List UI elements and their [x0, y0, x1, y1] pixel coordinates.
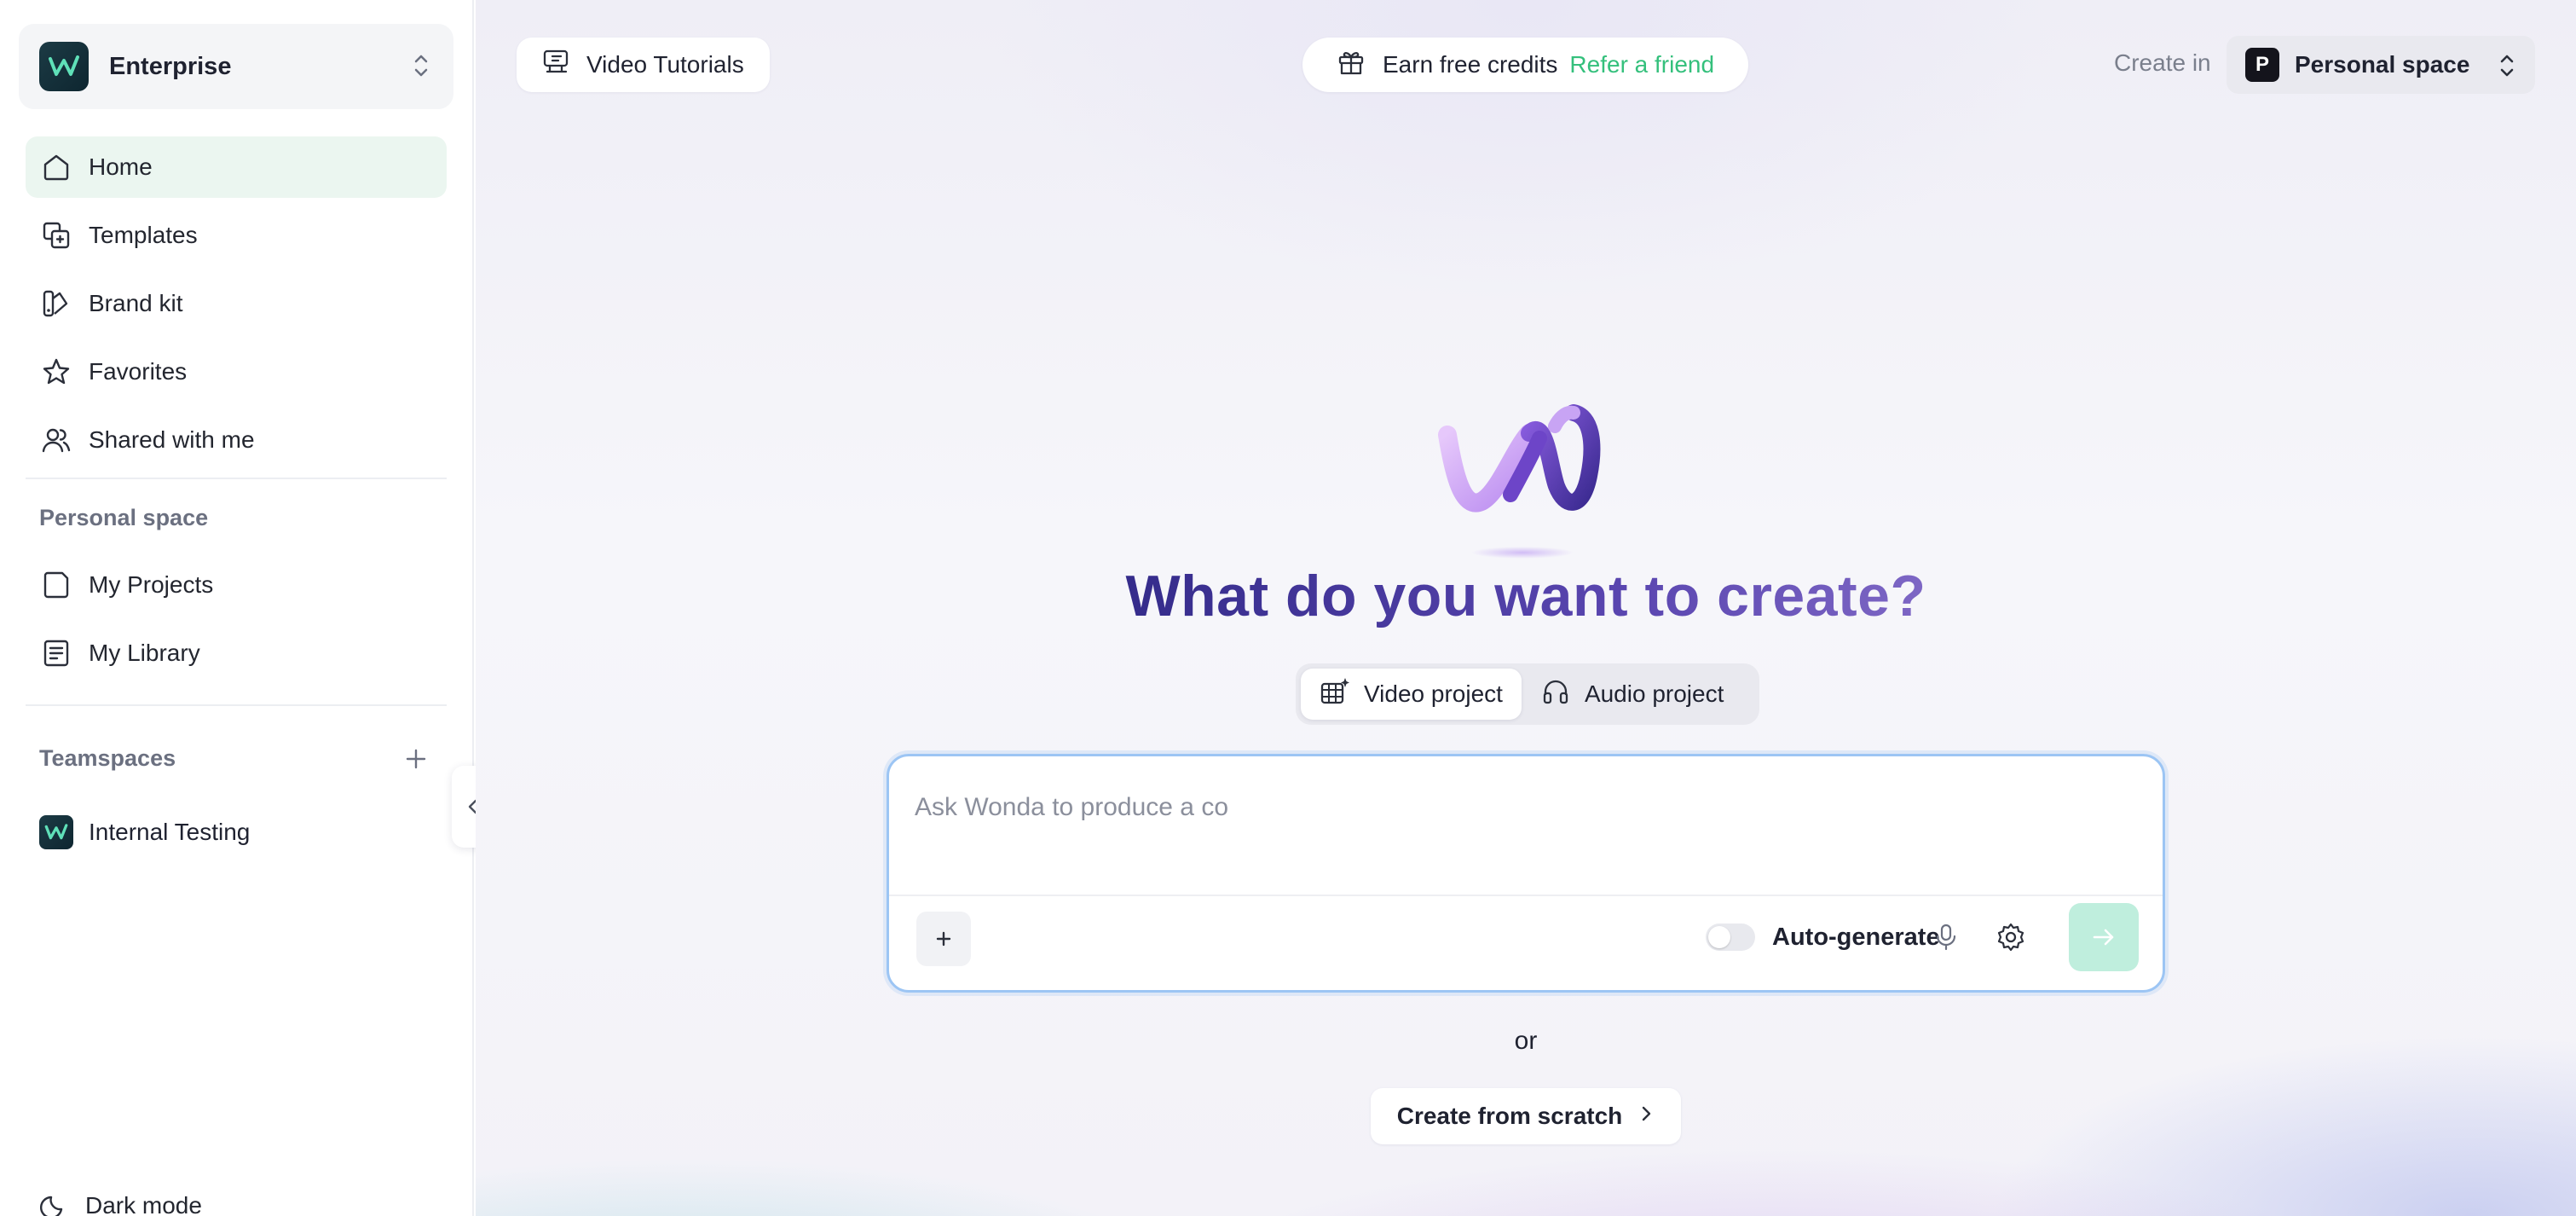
earn-credits-label: Earn free credits [1383, 51, 1558, 78]
workspace-switcher[interactable]: Enterprise [19, 24, 453, 109]
create-in-label: Create in [2114, 49, 2211, 76]
prompt-divider [889, 895, 2163, 896]
space-selector[interactable]: P Personal space [2227, 36, 2535, 94]
sidebar-item-home[interactable]: Home [26, 136, 447, 198]
wonda-hero-logo-icon [1429, 382, 1616, 570]
arrow-right-icon [2093, 929, 2114, 946]
gear-icon[interactable] [1996, 922, 2026, 957]
create-from-scratch-button[interactable]: Create from scratch [1371, 1088, 1681, 1144]
chevron-right-icon [1637, 1102, 1655, 1132]
gift-icon [1337, 48, 1366, 83]
sidebar-item-internal-testing[interactable]: Internal Testing [26, 802, 447, 863]
sidebar-divider [26, 478, 447, 479]
folder-icon [39, 568, 73, 602]
video-sparkle-icon [1320, 676, 1350, 713]
users-icon [39, 423, 73, 457]
moon-icon [40, 1196, 63, 1216]
workspace-name: Enterprise [109, 52, 232, 80]
space-selector-label: Personal space [2295, 51, 2470, 78]
video-tutorials-label: Video Tutorials [586, 51, 744, 78]
plus-icon [406, 749, 426, 769]
dark-mode-toggle[interactable]: Dark mode [39, 1190, 202, 1216]
or-separator: or [1514, 1027, 1538, 1055]
teamspaces-heading: Teamspaces [39, 745, 176, 771]
create-from-scratch-label: Create from scratch [1396, 1103, 1623, 1129]
wonda-logo-icon [39, 815, 73, 849]
sidebar-item-label: Shared with me [89, 426, 255, 453]
auto-generate-toggle[interactable] [1706, 924, 1755, 951]
chevron-up-down-icon [411, 51, 431, 84]
sidebar-item-label: Home [89, 153, 153, 180]
project-type-tabs: Video project Audio project [1296, 663, 1759, 725]
wonda-logo-icon [39, 42, 89, 91]
tab-label: Video project [1364, 680, 1503, 707]
brand-kit-icon [39, 287, 73, 321]
tutorial-monitor-icon [542, 48, 571, 83]
chevron-up-down-icon [2498, 53, 2516, 84]
sidebar-item-label: My Library [89, 640, 200, 666]
sidebar-item-label: My Projects [89, 571, 214, 598]
add-teamspace-button[interactable] [401, 744, 431, 774]
home-icon [39, 150, 73, 184]
refer-friend-link[interactable]: Refer a friend [1569, 51, 1714, 78]
space-avatar: P [2245, 48, 2279, 82]
templates-icon [39, 218, 73, 252]
sidebar-item-my-library[interactable]: My Library [26, 622, 447, 684]
library-icon [39, 636, 73, 670]
prompt-input[interactable] [915, 782, 2108, 833]
toggle-knob [1708, 926, 1730, 948]
microphone-icon[interactable] [1931, 922, 1961, 957]
headphones-icon [1540, 676, 1571, 713]
send-button[interactable] [2069, 903, 2139, 971]
personal-nav: My Projects My Library [26, 554, 447, 691]
sidebar-item-label: Favorites [89, 358, 188, 385]
tab-video-project[interactable]: Video project [1301, 669, 1522, 720]
sidebar: Enterprise Home Templates Brand kit Favo… [0, 0, 494, 1216]
sidebar-divider [26, 704, 447, 706]
sidebar-item-label: Brand kit [89, 290, 183, 316]
sidebar-item-favorites[interactable]: Favorites [26, 341, 447, 402]
main-area: Video Tutorials Earn free credits Refer … [476, 0, 2576, 1216]
plus-icon [936, 931, 951, 947]
earn-credits-banner[interactable]: Earn free credits Refer a friend [1302, 38, 1749, 92]
star-icon [39, 355, 73, 389]
tab-audio-project[interactable]: Audio project [1522, 669, 1742, 720]
dark-mode-label: Dark mode [85, 1192, 202, 1216]
sidebar-item-label: Internal Testing [89, 819, 251, 845]
prompt-box: Auto-generate [887, 754, 2165, 993]
video-tutorials-button[interactable]: Video Tutorials [517, 38, 770, 92]
sidebar-item-my-projects[interactable]: My Projects [26, 554, 447, 616]
sidebar-item-label: Templates [89, 222, 198, 248]
main-nav: Home Templates Brand kit Favorites Share… [26, 136, 447, 478]
personal-space-heading: Personal space [39, 505, 209, 530]
hero-title: What do you want to create? [476, 563, 2576, 629]
sidebar-item-brand-kit[interactable]: Brand kit [26, 273, 447, 334]
sidebar-item-templates[interactable]: Templates [26, 205, 447, 266]
sidebar-item-shared[interactable]: Shared with me [26, 409, 447, 471]
auto-generate-label: Auto-generate [1772, 924, 1940, 951]
tab-label: Audio project [1584, 680, 1724, 707]
add-attachment-button[interactable] [916, 912, 971, 966]
